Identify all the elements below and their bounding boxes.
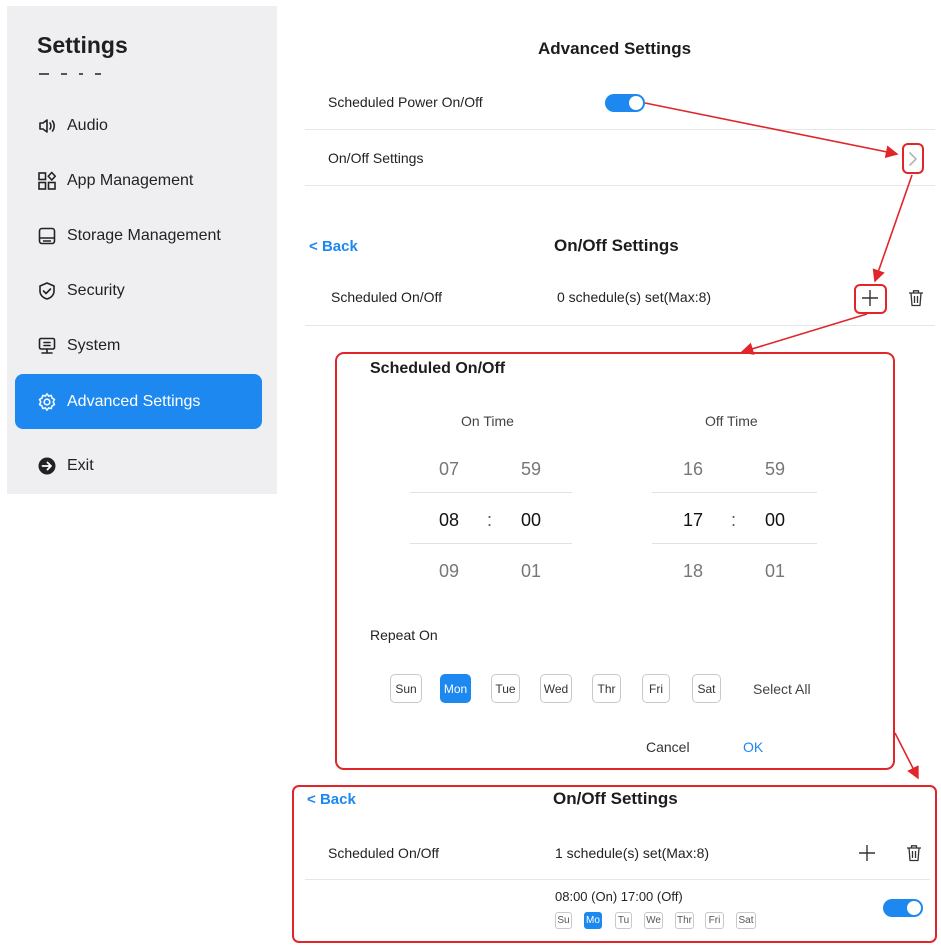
scheduled-power-label: Scheduled Power On/Off [328,94,483,110]
day-tue[interactable]: Tue [491,674,520,703]
storage-icon [37,226,57,246]
highlight-box [854,284,887,314]
sidebar-item-exit[interactable]: Exit [15,438,262,493]
off-hour-prev[interactable]: 16 [673,459,713,480]
sidebar-item-system[interactable]: System [15,318,262,373]
on-minute-selected[interactable]: 00 [511,510,551,531]
mini-day-mo: Mo [584,912,602,929]
ok-button[interactable]: OK [743,739,763,755]
arrow-line [894,732,919,780]
mini-day-fri: Fri [705,912,724,929]
speaker-icon [37,116,57,136]
sidebar-item-label: Security [67,281,125,299]
schedule-time-text: 08:00 (On) 17:00 (Off) [555,889,683,904]
picker-divider [652,492,817,493]
off-hour-next[interactable]: 18 [673,561,713,582]
sidebar-item-app-management[interactable]: App Management [15,153,262,208]
divider [305,129,935,130]
toggle-knob [907,901,921,915]
scheduled-onoff-label: Scheduled On/Off [331,289,443,305]
schedule-dialog [335,352,895,770]
onoff-settings-label: On/Off Settings [328,150,424,166]
sidebar-item-label: Storage Management [67,226,221,244]
sidebar-item-label: Audio [67,116,108,134]
sidebar-item-label: App Management [67,171,194,189]
time-separator: : [487,510,493,530]
select-all-button[interactable]: Select All [753,681,811,697]
mini-day-sat: Sat [736,912,756,929]
divider [305,325,935,326]
add-schedule-button[interactable] [857,843,877,863]
schedule-count: 1 schedule(s) set(Max:8) [555,845,710,861]
off-minute-prev[interactable]: 59 [755,459,795,480]
sidebar-item-label: System [67,336,121,354]
toggle-knob [629,96,643,110]
shield-icon [37,281,57,301]
divider [305,879,930,880]
day-wed[interactable]: Wed [540,674,572,703]
time-separator: : [731,510,737,530]
picker-divider [410,543,572,544]
monitor-icon [37,336,57,356]
on-hour-selected[interactable]: 08 [429,510,469,531]
sidebar-item-label: Advanced Settings [67,392,201,410]
scheduled-onoff-label: Scheduled On/Off [328,845,440,861]
apps-icon [37,171,57,191]
chevron-left-icon: < [309,238,322,255]
off-hour-selected[interactable]: 17 [673,510,713,531]
on-minute-prev[interactable]: 59 [511,459,551,480]
sidebar-scrolled-item [39,73,129,79]
cancel-button[interactable]: Cancel [646,739,690,755]
off-minute-selected[interactable]: 00 [755,510,795,531]
onoff-title: On/Off Settings [554,236,679,255]
back-button[interactable]: < Back [309,238,358,255]
highlight-box [902,143,924,174]
schedule-enable-toggle[interactable] [883,899,923,917]
on-hour-prev[interactable]: 07 [429,459,469,480]
picker-divider [652,543,817,544]
sidebar-item-advanced-settings[interactable]: Advanced Settings [15,374,262,429]
chevron-left-icon: < [307,791,320,808]
trash-icon [909,290,923,307]
scheduled-power-toggle[interactable] [605,94,645,112]
gear-icon [37,392,57,412]
sidebar-title: Settings [37,32,128,58]
off-time-label: Off Time [705,413,758,429]
on-minute-next[interactable]: 01 [511,561,551,582]
mini-day-su: Su [555,912,572,929]
delete-schedule-button[interactable] [905,843,923,863]
off-minute-next[interactable]: 01 [755,561,795,582]
mini-day-tu: Tu [615,912,632,929]
divider [305,185,935,186]
settings-sidebar: Settings Audio App Management Storage Ma… [7,6,277,494]
back-button[interactable]: < Back [307,791,356,808]
trash-icon [907,845,921,862]
page-title: Advanced Settings [538,39,692,58]
on-time-label: On Time [461,413,514,429]
schedule-count: 0 schedule(s) set(Max:8) [557,289,712,305]
on-hour-next[interactable]: 09 [429,561,469,582]
day-thr[interactable]: Thr [592,674,621,703]
repeat-on-label: Repeat On [370,627,438,643]
day-sun[interactable]: Sun [390,674,422,703]
mini-day-we: We [644,912,663,929]
picker-divider [410,492,572,493]
sidebar-item-audio[interactable]: Audio [15,98,262,153]
plus-icon [859,845,875,861]
sidebar-item-storage-management[interactable]: Storage Management [15,208,262,263]
dialog-title: Scheduled On/Off [370,360,506,377]
day-sat[interactable]: Sat [692,674,721,703]
sidebar-item-security[interactable]: Security [15,263,262,318]
day-mon[interactable]: Mon [440,674,471,703]
arrow-line [872,174,913,283]
delete-schedule-button[interactable] [907,288,925,308]
sidebar-item-label: Exit [67,456,94,474]
arrow-line [740,313,868,355]
mini-day-thr: Thr [675,912,694,929]
exit-icon [37,456,57,476]
day-fri[interactable]: Fri [642,674,670,703]
onoff-title: On/Off Settings [553,789,678,808]
